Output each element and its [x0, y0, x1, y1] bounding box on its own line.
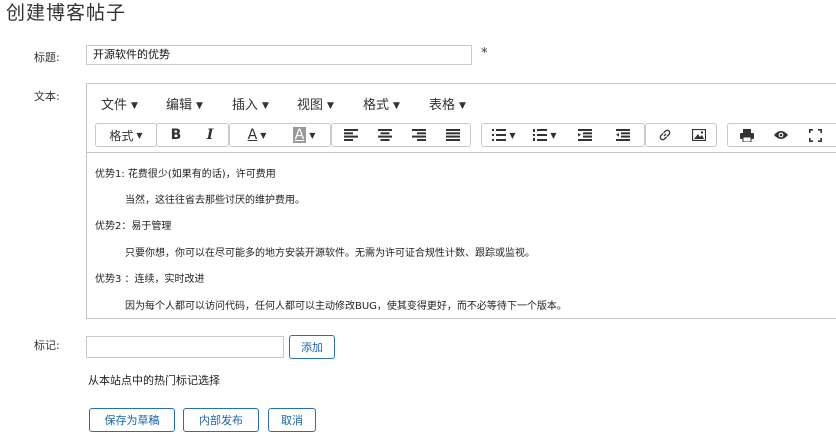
toolbar-group-insert	[645, 123, 717, 147]
toolbar-group-colors: A ▼ A ▼	[229, 123, 331, 147]
chevron-down-icon: ▼	[136, 130, 143, 140]
chevron-down-icon: ▼	[327, 101, 334, 111]
tags-input[interactable]	[86, 336, 284, 358]
content-line: 当然，这往往省去那些讨厌的维护费用。	[125, 195, 305, 206]
menu-view[interactable]: 视图 ▼	[297, 94, 334, 113]
preview-icon[interactable]	[766, 124, 796, 146]
print-icon[interactable]	[732, 124, 762, 146]
cancel-button[interactable]: 取消	[268, 408, 316, 432]
align-center-icon[interactable]	[370, 124, 400, 146]
editor-toolbar: 格式 ▼ B I A ▼ A ▼ ▼ ▼	[87, 118, 836, 153]
toolbar-group-formats: 格式 ▼	[95, 123, 157, 147]
bullet-list-icon[interactable]: ▼	[486, 124, 522, 146]
content-line: 因为每个人都可以访问代码，任何人都可以主动修改BUG，使其变得更好，而不必等待下…	[125, 301, 567, 312]
text-color-button[interactable]: A ▼	[236, 124, 278, 146]
title-label: 标题:	[34, 51, 60, 64]
align-left-icon[interactable]	[336, 124, 366, 146]
numbered-list-icon[interactable]: ▼	[526, 124, 564, 146]
rich-text-editor: 文件 ▼ 编辑 ▼ 插入 ▼ 视图 ▼ 格式 ▼ 表格 ▼ 格式 ▼ B I A ▼ A ▼ ▼	[86, 83, 836, 319]
content-line: 优势1: 花费很少(如果有的话)，许可费用	[95, 169, 276, 180]
outdent-icon[interactable]	[568, 124, 602, 146]
title-input[interactable]: 开源软件的优势	[86, 45, 472, 65]
bg-color-button[interactable]: A ▼	[282, 124, 326, 146]
chevron-down-icon: ▼	[260, 130, 267, 140]
menu-table[interactable]: 表格 ▼	[429, 94, 466, 113]
chevron-down-icon: ▼	[262, 101, 269, 111]
italic-button[interactable]: I	[195, 124, 225, 146]
align-right-icon[interactable]	[404, 124, 434, 146]
required-mark: *	[481, 46, 488, 61]
add-tag-button[interactable]: 添加	[289, 335, 335, 359]
menu-insert[interactable]: 插入 ▼	[232, 94, 269, 113]
content-line: 只要你想，你可以在尽可能多的地方安装开源软件。无需为许可证合规性计数、跟踪或监视…	[125, 248, 535, 259]
chevron-down-icon: ▼	[393, 101, 400, 111]
formats-dropdown[interactable]: 格式 ▼	[96, 124, 156, 146]
chevron-down-icon: ▼	[509, 130, 516, 140]
toolbar-group-style: B I	[156, 123, 229, 147]
menu-edit[interactable]: 编辑 ▼	[166, 94, 203, 113]
content-line: 优势3 ：连续，实时改进	[95, 274, 205, 285]
bold-button[interactable]: B	[161, 124, 191, 146]
menu-format[interactable]: 格式 ▼	[363, 94, 400, 113]
publish-internal-button[interactable]: 内部发布	[183, 408, 259, 432]
align-justify-icon[interactable]	[438, 124, 468, 146]
menu-file[interactable]: 文件 ▼	[101, 94, 138, 113]
editor-content[interactable]: 优势1: 花费很少(如果有的话)，许可费用 当然，这往往省去那些讨厌的维护费用。…	[87, 153, 836, 318]
toolbar-group-align	[331, 123, 471, 147]
toolbar-group-lists: ▼ ▼	[481, 123, 645, 147]
chevron-down-icon: ▼	[459, 101, 466, 111]
chevron-down-icon: ▼	[309, 130, 316, 140]
link-icon[interactable]	[650, 124, 680, 146]
indent-icon[interactable]	[606, 124, 640, 146]
fullscreen-icon[interactable]	[800, 124, 830, 146]
editor-menubar: 文件 ▼ 编辑 ▼ 插入 ▼ 视图 ▼ 格式 ▼ 表格 ▼	[87, 84, 836, 119]
popular-tags-link[interactable]: 从本站点中的热门标记选择	[88, 372, 220, 388]
body-label: 文本:	[34, 90, 60, 103]
image-icon[interactable]	[684, 124, 714, 146]
chevron-down-icon: ▼	[196, 101, 203, 111]
page-title: 创建博客帖子	[6, 2, 127, 24]
save-draft-button[interactable]: 保存为草稿	[89, 408, 175, 432]
toolbar-group-view	[727, 123, 836, 147]
chevron-down-icon: ▼	[131, 101, 138, 111]
chevron-down-icon: ▼	[550, 130, 557, 140]
content-line: 优势2：易于管理	[95, 221, 172, 232]
tags-label: 标记:	[34, 339, 60, 352]
